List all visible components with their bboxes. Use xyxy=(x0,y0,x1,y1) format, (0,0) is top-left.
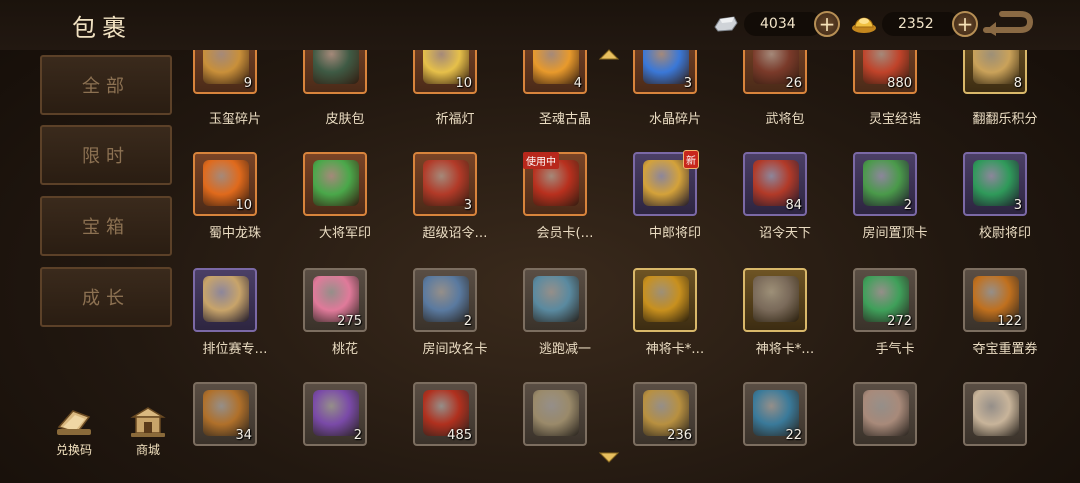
item-icon-frame[interactable]: 3 xyxy=(413,152,477,216)
item-name: 夺宝重置券 xyxy=(972,342,1038,357)
item-icon-frame[interactable] xyxy=(633,268,697,332)
inventory-item[interactable] xyxy=(950,50,1060,446)
tab-all[interactable]: 全部 xyxy=(40,55,172,115)
item-count: 3 xyxy=(1013,198,1022,213)
tab-growth[interactable]: 成长 xyxy=(40,267,172,327)
tab-label: 限时 xyxy=(82,146,130,167)
item-count: 84 xyxy=(785,198,802,213)
rename-card-icon xyxy=(423,276,469,322)
redeem-code-button[interactable]: 兑换码 xyxy=(44,405,104,459)
item-icon-frame[interactable]: 使用中 xyxy=(523,152,587,216)
bamboo-scroll-icon xyxy=(533,390,579,436)
blank-frame-icon xyxy=(863,390,909,436)
tab-label: 全部 xyxy=(82,76,130,97)
silver-ingot-icon xyxy=(714,16,738,32)
item-icon-frame[interactable]: 236 xyxy=(633,382,697,446)
tab-limited[interactable]: 限时 xyxy=(40,125,172,185)
inventory-item[interactable]: 485 xyxy=(400,50,510,446)
item-icon-frame[interactable]: 新 xyxy=(633,150,699,216)
item-icon-frame[interactable] xyxy=(743,268,807,332)
jade-seal-icon xyxy=(313,160,359,206)
add-silver-button[interactable]: + xyxy=(814,11,840,37)
hero-portrait-icon xyxy=(753,276,799,322)
item-icon-frame[interactable]: 122 xyxy=(963,268,1027,332)
inventory-item[interactable] xyxy=(840,50,950,446)
redeem-code-label: 兑换码 xyxy=(55,443,92,457)
item-icon-frame[interactable]: 10 xyxy=(193,152,257,216)
item-icon-frame[interactable]: 2 xyxy=(853,152,917,216)
shop-label: 商城 xyxy=(135,443,160,457)
item-icon-frame[interactable]: 275 xyxy=(303,268,367,332)
golden-seal-icon xyxy=(643,160,689,206)
rank-scroll-icon xyxy=(203,276,249,322)
item-icon-frame[interactable]: 272 xyxy=(853,268,917,332)
escape-token-icon xyxy=(533,276,579,322)
decree-scroll-icon xyxy=(423,160,469,206)
item-count: 10 xyxy=(235,198,252,213)
back-button[interactable] xyxy=(982,10,1036,38)
item-icon-frame[interactable]: 22 xyxy=(743,382,807,446)
item-icon-frame[interactable]: 2 xyxy=(413,268,477,332)
item-count: 2 xyxy=(903,198,912,213)
item-count: 2 xyxy=(463,314,472,329)
item-count: 272 xyxy=(887,314,912,329)
green-orb-icon xyxy=(973,160,1019,206)
inventory-item[interactable]: 236 xyxy=(620,50,730,446)
item-icon-frame[interactable] xyxy=(523,382,587,446)
item-icon-frame[interactable]: 34 xyxy=(193,382,257,446)
inventory-item[interactable] xyxy=(510,50,620,446)
shop-button[interactable]: 商城 xyxy=(118,405,178,459)
page-title: 包裹 xyxy=(72,14,132,42)
tab-label: 成长 xyxy=(82,288,130,309)
silver-amount: 4034 xyxy=(744,12,822,36)
item-count: 3 xyxy=(463,198,472,213)
tab-label: 宝箱 xyxy=(82,217,130,238)
item-icon-frame[interactable]: 485 xyxy=(413,382,477,446)
tab-chest[interactable]: 宝箱 xyxy=(40,196,172,256)
item-count: 34 xyxy=(235,428,252,443)
item-count: 485 xyxy=(447,428,472,443)
item-icon-frame[interactable] xyxy=(303,152,367,216)
inventory-item[interactable]: 34 xyxy=(180,50,290,446)
add-gold-button[interactable]: + xyxy=(952,11,978,37)
item-count: 22 xyxy=(785,428,802,443)
redeem-code-icon xyxy=(57,410,91,435)
item-icon-frame[interactable] xyxy=(193,268,257,332)
item-icon-frame[interactable] xyxy=(963,382,1027,446)
gold-currency: 2352 + xyxy=(850,10,978,38)
item-icon-frame[interactable] xyxy=(853,382,917,446)
hero-portrait-icon xyxy=(643,276,689,322)
inventory-item[interactable]: 2 xyxy=(290,50,400,446)
top-bar: 包裹 4034 + 2352 + xyxy=(0,0,1080,50)
gold-ingot-icon xyxy=(852,17,876,33)
item-name: 校尉将印 xyxy=(978,226,1031,241)
item-grid: 9 玉玺碎片 皮肤包 10 祈福灯 4 圣魂古晶 3 水晶碎片 26 武将包 880 灵宝经诰 8 翻翻乐积… xyxy=(180,50,1080,460)
item-count: 236 xyxy=(667,428,692,443)
silver-currency: 4034 + xyxy=(712,10,840,38)
inventory-item[interactable]: 22 xyxy=(730,50,840,446)
item-count: 275 xyxy=(337,314,362,329)
item-count: 2 xyxy=(353,428,362,443)
room-top-card-icon xyxy=(863,160,909,206)
item-icon-frame[interactable]: 3 xyxy=(963,152,1027,216)
item-icon-frame[interactable] xyxy=(523,268,587,332)
shop-icon xyxy=(130,407,166,437)
gold-amount: 2352 xyxy=(882,12,960,36)
item-icon-frame[interactable]: 2 xyxy=(303,382,367,446)
item-count: 122 xyxy=(997,314,1022,329)
purple-ticket-icon xyxy=(313,390,359,436)
item-icon-frame[interactable]: 84 xyxy=(743,152,807,216)
blank-frame-icon xyxy=(973,390,1019,436)
